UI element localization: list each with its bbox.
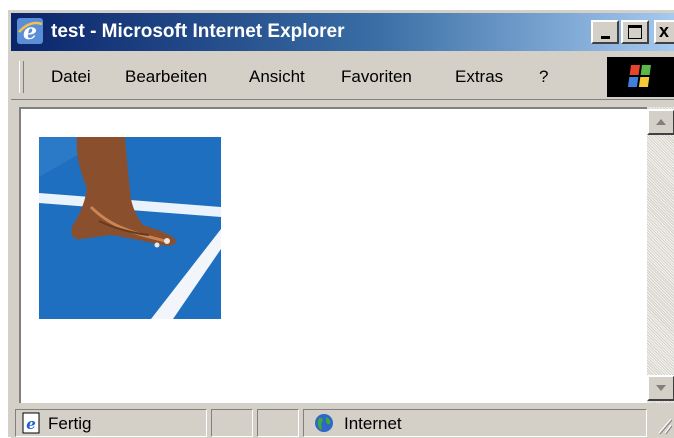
status-panel-main: e Fertig [15,409,207,437]
scroll-up-button[interactable] [647,109,674,135]
menu-favoriten[interactable]: Favoriten [341,67,412,87]
windows-logo-icon [627,65,651,87]
close-button[interactable]: x [654,20,674,44]
page-content[interactable] [19,107,647,403]
throbber [607,57,674,97]
menu-datei[interactable]: Datei [51,67,91,87]
menu-help[interactable]: ? [539,67,548,87]
sprinter-hand-image [39,137,221,319]
globe-icon [315,414,333,432]
resize-grip-icon[interactable] [651,411,673,435]
ie-logo-icon: e [17,18,43,44]
svg-text:e: e [26,415,36,433]
status-panel-2 [211,409,253,437]
zone-text: Internet [344,414,402,433]
status-panel-3 [257,409,299,437]
window-title: test - Microsoft Internet Explorer [51,21,345,42]
scroll-down-button[interactable] [647,375,674,401]
title-bar[interactable]: e test - Microsoft Internet Explorer x [11,13,674,51]
menu-ansicht[interactable]: Ansicht [249,67,305,87]
ie-page-icon: e [22,412,40,434]
maximize-button[interactable] [621,20,649,44]
menu-bearbeiten[interactable]: Bearbeiten [125,67,207,87]
close-icon: x [659,21,670,41]
minimize-button[interactable] [591,20,619,44]
menu-bar: Datei Bearbeiten Ansicht Favoriten Extra… [11,55,674,100]
status-panel-zone: Internet [303,409,647,437]
status-bar: e Fertig Internet [11,405,674,438]
arrow-up-icon [656,119,666,125]
menu-grip[interactable] [19,61,24,93]
browser-window: e test - Microsoft Internet Explorer x D… [8,10,674,438]
status-text: Fertig [48,414,92,433]
arrow-down-icon [656,385,666,391]
vertical-scrollbar[interactable] [647,107,674,403]
menu-extras[interactable]: Extras [455,67,503,87]
